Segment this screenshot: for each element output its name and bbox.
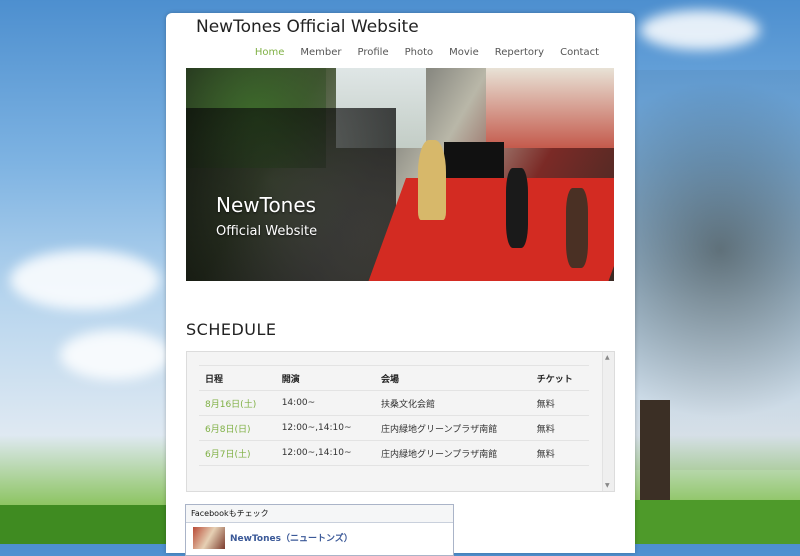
schedule-panel[interactable]: 日程 開演 会場 チケット 8月16日(土) 14:00~ 扶桑文化会館 無料 … xyxy=(186,351,615,492)
grass xyxy=(630,500,800,544)
main-nav: Home Member Profile Photo Movie Repertor… xyxy=(166,47,607,58)
nav-profile[interactable]: Profile xyxy=(350,47,397,58)
facebook-widget: Facebookもチェック NewTones（ニュートンズ） xyxy=(185,504,454,556)
schedule-scrollbar[interactable]: ▲ ▼ xyxy=(602,352,614,491)
scroll-down-icon[interactable]: ▼ xyxy=(605,482,610,489)
column-header-ticket: チケット xyxy=(530,365,589,391)
schedule-time: 14:00~ xyxy=(275,390,376,416)
hero-violinist xyxy=(506,168,528,248)
table-row: 8月16日(土) 14:00~ 扶桑文化会館 無料 xyxy=(199,390,589,416)
hero-image: NewTones Official Website xyxy=(186,68,614,281)
column-header-venue: 会場 xyxy=(375,365,531,391)
cloud xyxy=(10,250,160,310)
hero-title: NewTones xyxy=(216,193,317,217)
facebook-widget-header: Facebookもチェック xyxy=(186,505,453,523)
hero-singer xyxy=(418,140,446,220)
schedule-time: 12:00~,14:10~ xyxy=(275,415,376,441)
schedule-time: 12:00~,14:10~ xyxy=(275,440,376,466)
table-row: 6月7日(土) 12:00~,14:10~ 庄内緑地グリーンプラザ南館 無料 xyxy=(199,440,589,466)
schedule-ticket: 無料 xyxy=(530,415,589,441)
column-header-start: 開演 xyxy=(275,365,376,391)
schedule-date[interactable]: 8月16日(土) xyxy=(199,390,276,416)
scroll-up-icon[interactable]: ▲ xyxy=(605,354,610,361)
hero-piano xyxy=(444,142,504,178)
schedule-title: SCHEDULE xyxy=(186,320,277,339)
schedule-venue: 扶桑文化会館 xyxy=(375,390,531,416)
schedule-venue: 庄内緑地グリーンプラザ南館 xyxy=(375,440,531,466)
nav-repertory[interactable]: Repertory xyxy=(487,47,552,58)
hero-subtitle: Official Website xyxy=(216,224,318,239)
schedule-table: 日程 開演 会場 チケット 8月16日(土) 14:00~ 扶桑文化会館 無料 … xyxy=(199,365,589,466)
page-container: NewTones Official Website Home Member Pr… xyxy=(166,13,635,556)
nav-contact[interactable]: Contact xyxy=(552,47,607,58)
nav-home[interactable]: Home xyxy=(247,47,293,58)
hero-window xyxy=(486,68,614,148)
schedule-date[interactable]: 6月8日(日) xyxy=(199,415,276,441)
column-header-date: 日程 xyxy=(199,365,276,391)
schedule-ticket: 無料 xyxy=(530,440,589,466)
schedule-date[interactable]: 6月7日(土) xyxy=(199,440,276,466)
facebook-page-thumbnail[interactable] xyxy=(193,527,225,549)
nav-photo[interactable]: Photo xyxy=(397,47,442,58)
site-title[interactable]: NewTones Official Website xyxy=(196,17,419,37)
cloud xyxy=(640,10,760,50)
hero-cellist xyxy=(566,188,588,268)
schedule-venue: 庄内緑地グリーンプラザ南館 xyxy=(375,415,531,441)
grass xyxy=(0,505,170,544)
schedule-ticket: 無料 xyxy=(530,390,589,416)
nav-member[interactable]: Member xyxy=(292,47,349,58)
table-header-row: 日程 開演 会場 チケット xyxy=(199,365,589,391)
table-row: 6月8日(日) 12:00~,14:10~ 庄内緑地グリーンプラザ南館 無料 xyxy=(199,415,589,441)
nav-movie[interactable]: Movie xyxy=(441,47,487,58)
cloud xyxy=(60,330,170,380)
facebook-page-link[interactable]: NewTones（ニュートンズ） xyxy=(230,531,353,544)
